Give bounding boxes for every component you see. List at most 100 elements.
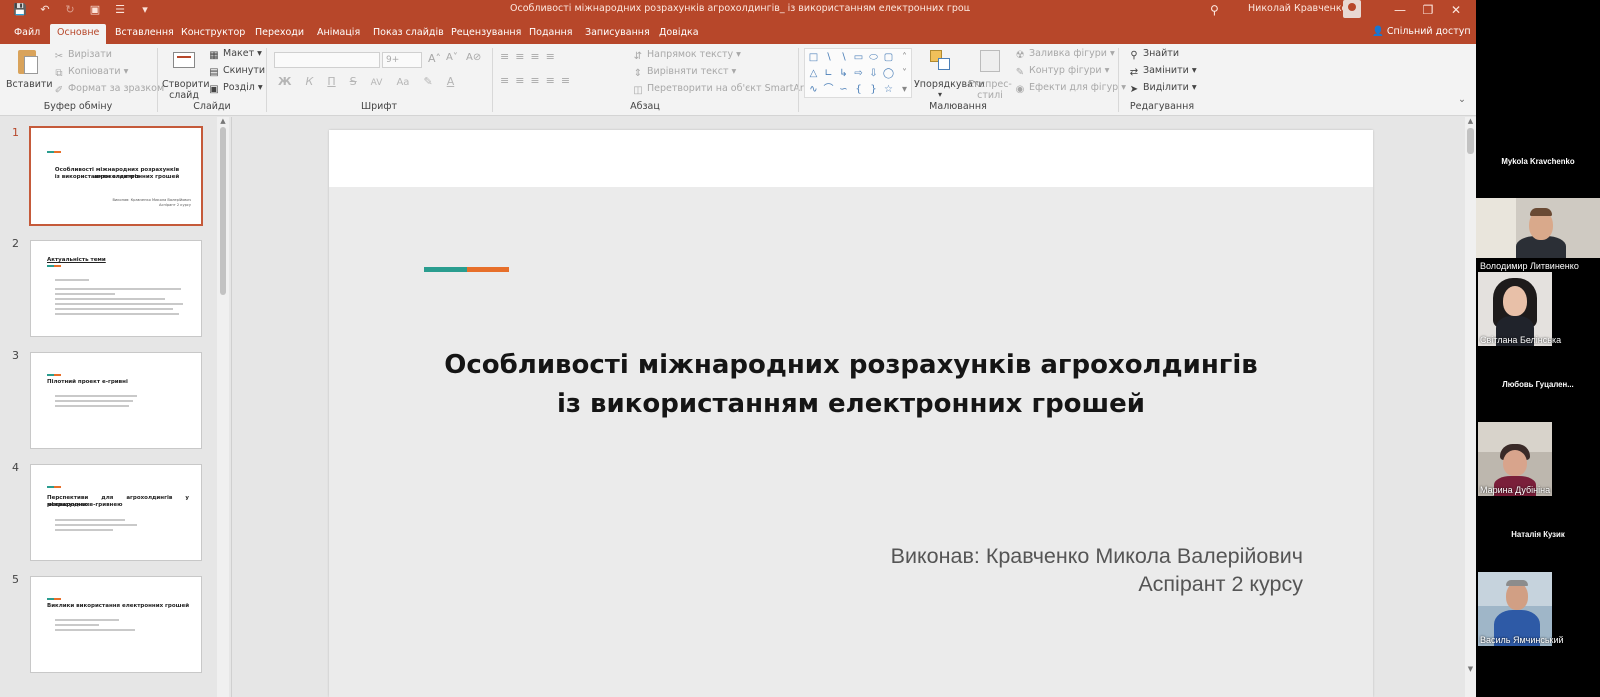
user-name[interactable]: Николай Кравченко	[1248, 3, 1347, 14]
find-button[interactable]: ⚲ Знайти	[1128, 48, 1179, 62]
connector-shape-icon[interactable]: ↳	[837, 67, 850, 80]
scroll-up-icon[interactable]: ▲	[219, 117, 227, 125]
present-from-start-icon[interactable]: ▣	[87, 2, 103, 18]
scrollbar-thumb[interactable]	[220, 127, 226, 295]
paste-button[interactable]: Вставити	[6, 48, 53, 90]
scroll-down-icon[interactable]: ▼	[1466, 665, 1475, 673]
touch-mode-icon[interactable]: ☰	[112, 2, 128, 18]
customize-qat-icon[interactable]: ▾	[137, 2, 153, 18]
text-direction-button[interactable]: ⇵ Напрямок тексту ▾	[632, 49, 741, 63]
align-text-button[interactable]: ⇕ Вирівняти текст ▾	[632, 66, 737, 80]
tab-slideshow[interactable]: Показ слайдів	[366, 24, 451, 44]
down-arrow-shape-icon[interactable]: ⇩	[867, 67, 880, 80]
participant-video-tile[interactable]: Володимир Литвиненко	[1476, 198, 1600, 272]
list-buttons[interactable]: ≡≡≡≡	[500, 50, 561, 63]
editor-scrollbar[interactable]: ▲ ▼	[1465, 117, 1476, 697]
user-avatar[interactable]	[1343, 0, 1361, 18]
triangle-shape-icon[interactable]: △	[807, 67, 820, 80]
section-button[interactable]: ▣ Розділ ▾	[208, 82, 262, 96]
align-buttons[interactable]: ≡≡≡≡≡	[500, 74, 576, 87]
tab-transitions[interactable]: Переходи	[248, 24, 311, 44]
slides-pane-scrollbar[interactable]: ▲	[217, 117, 229, 697]
slide-thumbnail-4[interactable]: Перспективи для агрохолдингів у міжнарод…	[30, 464, 202, 561]
slide-thumbnail-3[interactable]: Пілотний проект е-гривні	[30, 352, 202, 449]
shape-effects-button[interactable]: ◉ Ефекти для фігур ▾	[1014, 82, 1126, 96]
scroll-down-icon[interactable]: ˅	[898, 67, 911, 80]
redo-icon[interactable]: ↻	[62, 2, 78, 18]
slide-thumbnail-5[interactable]: Виклики використання електронних грошей	[30, 576, 202, 673]
restore-icon[interactable]: ❐	[1414, 0, 1442, 20]
bold-button[interactable]: Ж	[278, 75, 291, 88]
scroll-up-icon[interactable]: ˄	[898, 51, 911, 64]
curve-shape-icon[interactable]: ∽	[837, 83, 850, 96]
participant-video-tile[interactable]: Світлана Белінська	[1476, 272, 1600, 346]
save-icon[interactable]: 💾	[12, 2, 28, 18]
replace-button[interactable]: ⇄ Замінити ▾	[1128, 65, 1197, 79]
brace-shape-icon[interactable]: }	[867, 83, 880, 96]
tab-design[interactable]: Конструктор	[174, 24, 252, 44]
shrink-font-icon[interactable]: A˅	[446, 52, 458, 63]
font-size-combo[interactable]: 9+	[382, 52, 422, 68]
font-name-combo[interactable]	[274, 52, 380, 68]
rectangle-shape-icon[interactable]: ▭	[852, 51, 865, 64]
select-button[interactable]: ➤ Виділити ▾	[1128, 82, 1197, 96]
scrollbar-thumb[interactable]	[1467, 128, 1474, 154]
close-icon[interactable]: ✕	[1442, 0, 1470, 20]
slide-thumbnail-2[interactable]: Актуальність теми	[30, 240, 202, 337]
participant-video-tile[interactable]: Марина Дубініна	[1476, 422, 1600, 496]
tab-animations[interactable]: Анімація	[310, 24, 367, 44]
line-shape-icon[interactable]: ∖	[822, 51, 835, 64]
callout-shape-icon[interactable]: ◯	[882, 67, 895, 80]
cut-button[interactable]: ✂ Вирізати	[53, 49, 112, 63]
tab-insert[interactable]: Вставлення	[108, 24, 181, 44]
clear-formatting-icon[interactable]: A⊘	[466, 52, 481, 63]
strikethrough-button[interactable]: S	[350, 75, 357, 88]
curve-shape-icon[interactable]: ∿	[807, 83, 820, 96]
slide-subtitle[interactable]: Виконав: Кравченко Микола Валерійович Ас…	[709, 542, 1303, 598]
rounded-rect-shape-icon[interactable]: ▢	[882, 51, 895, 64]
grow-font-icon[interactable]: A˄	[428, 52, 441, 65]
scroll-up-icon[interactable]: ▲	[1466, 117, 1475, 125]
search-icon[interactable]: ⚲	[1210, 2, 1226, 18]
more-shapes-icon[interactable]: ▾	[898, 83, 911, 96]
connector-shape-icon[interactable]: ∟	[822, 67, 835, 80]
oval-shape-icon[interactable]: ⬭	[867, 51, 880, 64]
slide-title[interactable]: Особливості міжнародних розрахунків агро…	[369, 346, 1333, 424]
change-case-button[interactable]: Aa	[396, 77, 409, 88]
tab-home[interactable]: Основне	[50, 24, 107, 44]
brace-shape-icon[interactable]: {	[852, 83, 865, 96]
layout-button[interactable]: ▦ Макет ▾	[208, 48, 262, 62]
tab-help[interactable]: Довідка	[652, 24, 706, 44]
participant-video-tile[interactable]: Василь Ямчинський	[1476, 572, 1600, 646]
current-slide[interactable]: Особливості міжнародних розрахунків агро…	[329, 130, 1373, 697]
tab-file[interactable]: Файл	[7, 24, 47, 44]
shapes-gallery[interactable]: □ ∖ ∖ ▭ ⬭ ▢ △ ∟ ↳ ⇨ ⇩ ◯ ∿ ⌒ ∽ { } ☆ ˄ ˅ …	[804, 48, 912, 98]
minimize-icon[interactable]: —	[1386, 0, 1414, 20]
tab-record[interactable]: Записування	[578, 24, 657, 44]
slide-thumbnail-1[interactable]: Особливості міжнародних розрахунків агро…	[29, 126, 203, 226]
collapse-ribbon-icon[interactable]: ⌄	[1458, 94, 1466, 105]
tab-view[interactable]: Подання	[522, 24, 579, 44]
textbox-shape-icon[interactable]: □	[807, 51, 820, 64]
shape-fill-button[interactable]: ☢ Заливка фігури ▾	[1014, 48, 1115, 62]
arrow-shape-icon[interactable]: ⇨	[852, 67, 865, 80]
copy-button[interactable]: ⧉ Копіювати ▾	[53, 66, 128, 80]
format-painter-button[interactable]: ✐ Формат за зразком	[53, 83, 164, 97]
line-shape-icon[interactable]: ∖	[837, 51, 850, 64]
convert-smartart-button[interactable]: ◫Перетворити на об'єкт SmartArt ▾	[632, 83, 815, 97]
undo-icon[interactable]: ↶	[37, 2, 53, 18]
italic-button[interactable]: К	[306, 75, 314, 88]
new-slide-button[interactable]: Створити слайд	[162, 48, 210, 101]
star-shape-icon[interactable]: ☆	[882, 83, 895, 96]
share-button[interactable]: 👤 Спільний доступ	[1372, 26, 1471, 37]
font-color-button[interactable]: A	[447, 75, 455, 88]
char-spacing-button[interactable]: AV	[371, 78, 383, 88]
tab-review[interactable]: Рецензування	[444, 24, 528, 44]
shape-outline-button[interactable]: ✎ Контур фігури ▾	[1014, 65, 1110, 79]
reset-button[interactable]: ▤ Скинути	[208, 65, 265, 79]
arrange-button[interactable]: Упорядкувати ▾	[914, 48, 985, 99]
quick-styles-button[interactable]: Експрес- стилі	[968, 48, 1012, 101]
underline-button[interactable]: П	[327, 75, 335, 88]
arc-shape-icon[interactable]: ⌒	[822, 83, 835, 96]
highlight-icon[interactable]: ✎	[423, 75, 432, 88]
